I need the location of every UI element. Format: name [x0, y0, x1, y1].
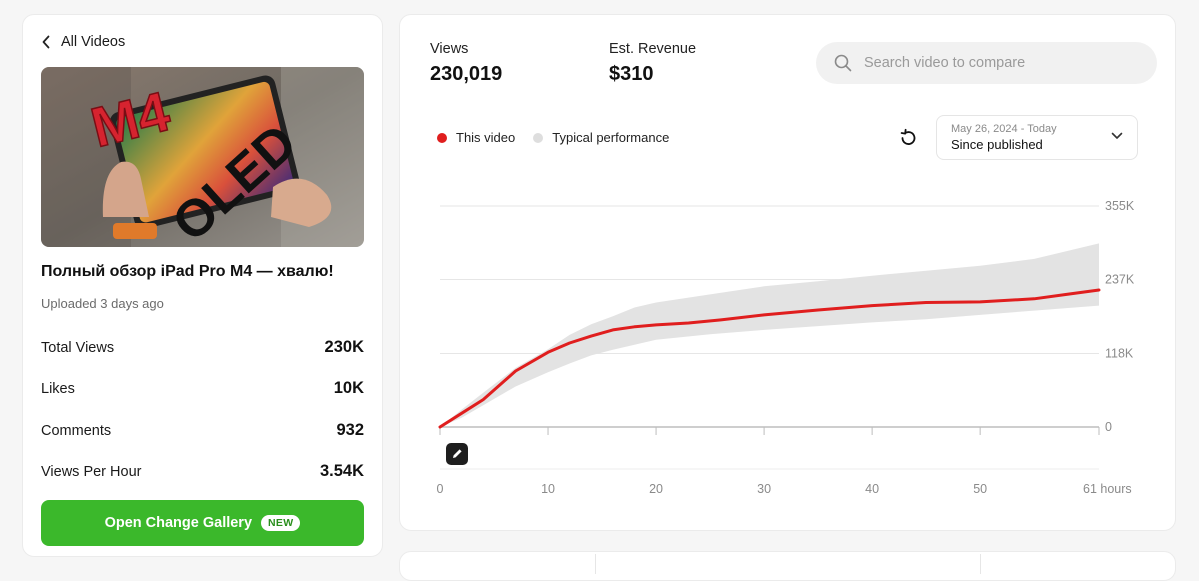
stat-views-per-hour: Views Per Hour 3.54K	[41, 462, 364, 481]
gallery-button-label: Open Change Gallery	[104, 515, 253, 531]
back-to-all-videos-link[interactable]: All Videos	[41, 34, 125, 50]
stat-value: 10K	[333, 379, 364, 397]
stat-likes: Likes 10K	[41, 379, 364, 398]
x-tick-label: 20	[649, 482, 663, 496]
stat-label: Views Per Hour	[41, 463, 142, 480]
chevron-left-icon	[42, 35, 50, 49]
y-tick-label: 237K	[1105, 272, 1135, 286]
video-details-panel: All Videos M4 OLED Полный обзор iPad Pro…	[22, 14, 383, 557]
stat-comments: Comments 932	[41, 421, 364, 440]
x-tick-label: 40	[865, 482, 879, 496]
divider	[980, 554, 981, 574]
new-badge: NEW	[261, 515, 301, 531]
stat-value: 230K	[324, 338, 364, 356]
open-change-gallery-button[interactable]: Open Change Gallery NEW	[41, 500, 364, 546]
x-tick-label: 50	[973, 482, 987, 496]
x-tick-label: 61 hours	[1083, 482, 1132, 496]
upload-time: Uploaded 3 days ago	[41, 296, 164, 311]
video-title: Полный обзор iPad Pro M4 — хвалю!	[41, 263, 334, 280]
divider	[595, 554, 596, 574]
stat-value: 932	[336, 421, 364, 439]
back-label: All Videos	[61, 34, 126, 50]
edit-icon[interactable]	[446, 443, 468, 465]
y-tick-label: 0	[1105, 420, 1112, 434]
stat-total-views: Total Views 230K	[41, 338, 364, 357]
analytics-panel: Views 230,019 Est. Revenue $310 This vid…	[399, 14, 1176, 531]
x-tick-label: 30	[757, 482, 771, 496]
bottom-panel	[399, 551, 1176, 581]
y-tick-label: 355K	[1105, 199, 1135, 213]
y-tick-label: 118K	[1105, 347, 1134, 361]
video-thumbnail[interactable]: M4 OLED	[41, 67, 364, 247]
x-tick-label: 10	[541, 482, 555, 496]
stat-label: Likes	[41, 380, 75, 397]
typical-performance-band	[440, 243, 1099, 427]
stat-value: 3.54K	[319, 462, 364, 480]
stat-label: Comments	[41, 422, 112, 439]
x-tick-label: 0	[437, 482, 444, 496]
views-chart: 0 118K 237K 355K 0 10 20 30 40 50 61 hours	[437, 199, 1135, 496]
stat-label: Total Views	[41, 339, 115, 356]
